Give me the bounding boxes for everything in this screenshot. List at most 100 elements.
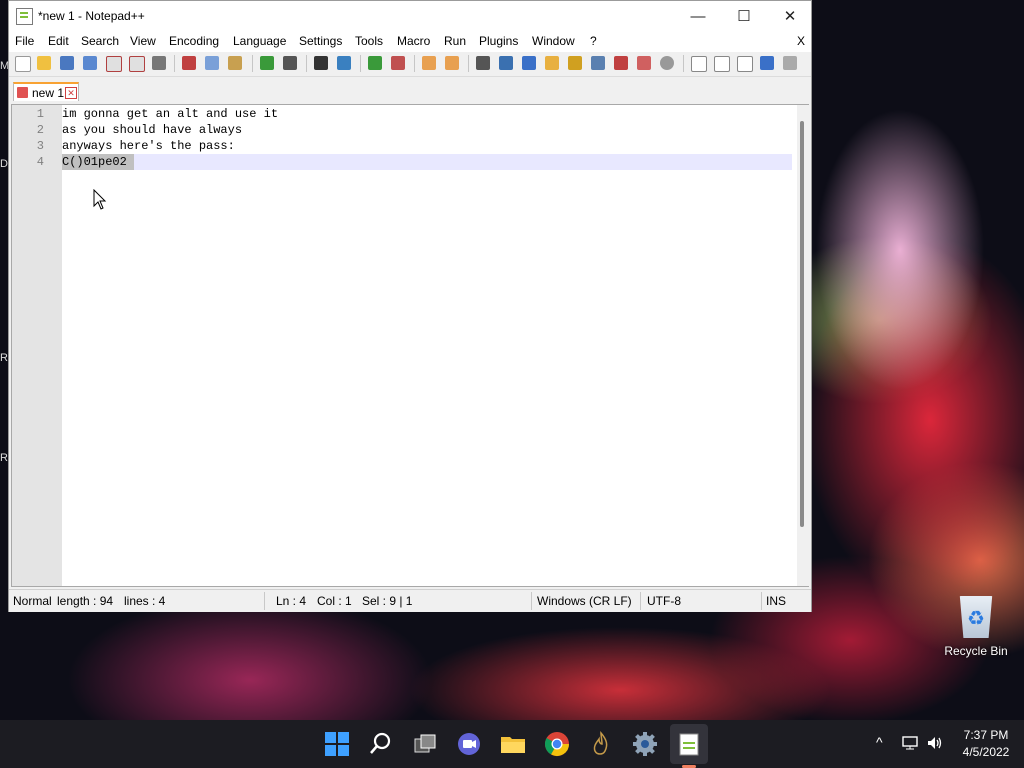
status-bar: Normal length : 94 lines : 4 Ln : 4 Col … <box>9 589 811 612</box>
run-macro-multiple-icon[interactable] <box>760 56 774 70</box>
paste-icon[interactable] <box>228 56 242 70</box>
udl-icon[interactable] <box>545 56 559 70</box>
undo-icon[interactable] <box>260 56 274 70</box>
replace-icon[interactable] <box>337 56 351 70</box>
clock-time[interactable]: 7:37 PM <box>958 728 1014 742</box>
print-icon[interactable] <box>152 56 166 70</box>
show-hidden-icons-chevron-icon[interactable]: ^ <box>876 734 883 750</box>
indent-guide-icon[interactable] <box>522 56 536 70</box>
mouse-cursor-icon <box>93 189 107 210</box>
recycle-bin-shortcut[interactable]: ♻ Recycle Bin <box>940 596 1012 658</box>
code-line[interactable]: C()01pe02 <box>62 155 127 169</box>
copy-icon[interactable] <box>205 56 219 70</box>
status-encoding[interactable]: UTF-8 <box>647 594 681 608</box>
status-eol[interactable]: Windows (CR LF) <box>537 594 632 608</box>
menu-tools[interactable]: Tools <box>355 34 383 48</box>
menu-search[interactable]: Search <box>81 34 119 48</box>
line-number: 4 <box>36 155 44 169</box>
notepadpp-window: *new 1 - Notepad++ — ☐ ✕ File Edit Searc… <box>8 0 812 612</box>
vertical-scrollbar[interactable] <box>797 105 809 586</box>
window-title: *new 1 - Notepad++ <box>38 9 145 23</box>
menu-settings[interactable]: Settings <box>299 34 342 48</box>
toolbar <box>9 52 811 77</box>
find-icon[interactable] <box>314 56 328 70</box>
chrome-icon[interactable] <box>543 730 571 758</box>
app-flame-icon[interactable] <box>587 730 615 758</box>
cut-icon[interactable] <box>182 56 196 70</box>
menu-window[interactable]: Window <box>532 34 575 48</box>
function-list-icon[interactable] <box>591 56 605 70</box>
recycle-bin-icon: ♻ <box>959 596 993 638</box>
close-document-button[interactable]: X <box>797 34 805 48</box>
close-all-icon[interactable] <box>129 56 145 72</box>
maximize-button[interactable]: ☐ <box>721 1 767 32</box>
menu-help[interactable]: ? <box>590 34 597 48</box>
menu-file[interactable]: File <box>15 34 34 48</box>
menu-run[interactable]: Run <box>444 34 466 48</box>
tab-close-icon[interactable]: ✕ <box>65 87 77 99</box>
record-macro-icon[interactable] <box>691 56 707 72</box>
status-length: length : 94 <box>57 594 114 608</box>
close-button[interactable]: ✕ <box>767 1 813 32</box>
menu-edit[interactable]: Edit <box>48 34 69 48</box>
scrollbar-thumb[interactable] <box>800 121 804 527</box>
tab-bar: new 1 ✕ <box>9 78 811 102</box>
menu-encoding[interactable]: Encoding <box>169 34 219 48</box>
code-line[interactable]: as you should have always <box>62 123 242 137</box>
volume-icon[interactable] <box>926 734 944 752</box>
menu-language[interactable]: Language <box>233 34 286 48</box>
stop-macro-icon[interactable] <box>714 56 730 72</box>
code-line[interactable]: anyways here's the pass: <box>62 139 235 153</box>
status-column: Col : 1 <box>317 594 352 608</box>
redo-icon[interactable] <box>283 56 297 70</box>
settings-gear-icon[interactable] <box>631 730 659 758</box>
file-explorer-icon[interactable] <box>499 730 527 758</box>
status-line-number: Ln : 4 <box>276 594 307 608</box>
line-number: 3 <box>36 139 44 153</box>
save-icon[interactable] <box>60 56 74 70</box>
unsaved-file-icon <box>17 87 28 98</box>
sync-vertical-icon[interactable] <box>422 56 436 70</box>
minimize-button[interactable]: — <box>675 1 721 32</box>
save-macro-icon[interactable] <box>783 56 797 70</box>
new-file-icon[interactable] <box>15 56 31 72</box>
close-file-icon[interactable] <box>106 56 122 72</box>
zoom-out-icon[interactable] <box>391 56 405 70</box>
teams-chat-icon[interactable] <box>455 730 483 758</box>
menu-plugins[interactable]: Plugins <box>479 34 518 48</box>
save-all-icon[interactable] <box>83 56 97 70</box>
notepadpp-taskbar-icon <box>679 733 699 756</box>
sync-horizontal-icon[interactable] <box>445 56 459 70</box>
monitoring-icon[interactable] <box>637 56 651 70</box>
start-menu-icon[interactable] <box>323 730 351 758</box>
current-line-highlight <box>62 154 792 170</box>
status-selection: Sel : 9 | 1 <box>362 594 413 608</box>
word-wrap-icon[interactable] <box>476 56 490 70</box>
line-number-gutter: 1 2 3 4 <box>12 105 62 586</box>
panel-icon[interactable] <box>660 56 674 70</box>
code-line[interactable]: im gonna get an alt and use it <box>62 107 278 121</box>
clock-date[interactable]: 4/5/2022 <box>958 745 1014 759</box>
recycle-bin-label: Recycle Bin <box>944 644 1008 658</box>
play-macro-icon[interactable] <box>737 56 753 72</box>
status-mode: Normal <box>13 594 52 608</box>
tab-label: new 1 <box>32 86 65 100</box>
line-number: 2 <box>36 123 44 137</box>
line-number: 1 <box>36 107 44 121</box>
doc-map-icon[interactable] <box>568 56 582 70</box>
status-lines: lines : 4 <box>124 594 166 608</box>
folder-workspace-icon[interactable] <box>614 56 628 70</box>
zoom-in-icon[interactable] <box>368 56 382 70</box>
menu-macro[interactable]: Macro <box>397 34 430 48</box>
task-view-icon[interactable] <box>411 730 439 758</box>
network-icon[interactable] <box>901 734 919 752</box>
tab-new-1[interactable]: new 1 ✕ <box>13 82 79 101</box>
open-file-icon[interactable] <box>37 56 51 70</box>
menu-view[interactable]: View <box>130 34 156 48</box>
title-bar[interactable]: *new 1 - Notepad++ — ☐ ✕ <box>9 1 811 32</box>
taskbar: ^ <box>0 720 1024 768</box>
search-icon[interactable] <box>367 730 395 758</box>
editor-area[interactable]: 1 2 3 4 im gonna get an alt and use it a… <box>11 104 809 587</box>
menu-bar: File Edit Search View Encoding Language … <box>9 32 811 52</box>
show-all-chars-icon[interactable] <box>499 56 513 70</box>
